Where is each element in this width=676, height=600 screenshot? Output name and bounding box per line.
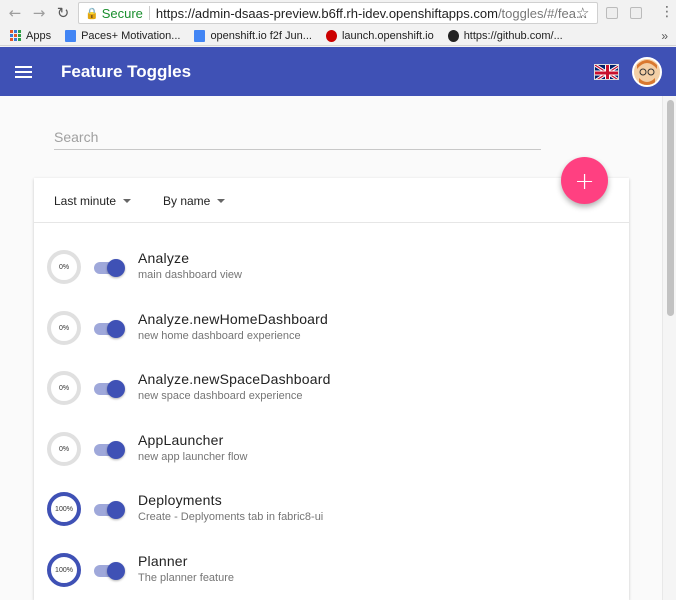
redhat-icon [325,29,337,42]
bookmark-label: openshift.io f2f Jun... [210,29,312,42]
toggle-row[interactable]: 100% Deployments Create - Deplyoments ta… [34,476,629,537]
rollout-percent: 0% [58,384,70,392]
menu-icon[interactable] [15,66,32,78]
bookmark-github[interactable]: https://github.com/... [447,29,563,42]
lock-icon: 🔒 [85,6,99,20]
apps-grid-icon [10,30,21,41]
search-input[interactable] [54,126,541,148]
caret-down-icon [217,199,226,203]
toggle-row[interactable]: 0% Analyze main dashboard view [34,234,629,295]
bookmark-label: launch.openshift.io [341,29,434,42]
bookmark-launch[interactable]: launch.openshift.io [325,29,434,42]
bookmark-label: Paces+ Motivation... [81,29,181,42]
secure-label: Secure [101,5,143,21]
url-path: /toggles/#/fea... [497,5,587,21]
back-icon[interactable]: ← [6,4,24,22]
toggle-row[interactable]: 100% Planner The planner feature [34,537,629,598]
toggle-switch[interactable] [94,501,125,519]
url-host: https://admin-dsaas-preview.b6ff.rh-idev… [155,5,498,21]
toggle-name[interactable]: Deployments [138,492,222,508]
extension-icon[interactable] [630,7,642,19]
bookmark-label: Apps [26,29,52,42]
uk-flag-icon[interactable] [594,64,619,80]
forward-icon[interactable]: → [30,4,48,22]
bookmark-openshift-f2f[interactable]: openshift.io f2f Jun... [194,29,312,42]
doc-icon [65,29,77,42]
rollout-gauge: 0% [47,250,81,284]
bookmark-paces[interactable]: Paces+ Motivation... [65,29,181,42]
page-title: Feature Toggles [61,62,192,81]
address-separator [148,6,150,20]
rollout-percent: 0% [58,263,70,271]
bookmark-star-icon[interactable]: ☆ [576,4,589,22]
toggle-switch[interactable] [94,320,125,338]
time-range-dropdown[interactable]: Last minute [54,194,132,208]
toggle-name[interactable]: Analyze [138,250,189,266]
rollout-percent: 100% [55,566,73,574]
toggle-name[interactable]: Analyze.newSpaceDashboard [138,371,331,387]
sort-dropdown[interactable]: By name [163,194,226,208]
bookmark-apps[interactable]: Apps [10,30,51,42]
toggle-row[interactable]: 0% AppLauncher new app launcher flow [34,416,629,477]
app-bar: Feature Toggles [0,47,676,96]
rollout-gauge: 100% [47,492,81,526]
github-icon [447,29,459,42]
caret-down-icon [123,199,132,203]
bookmarks-bar: Apps Paces+ Motivation... openshift.io f… [0,26,676,46]
rollout-gauge: 0% [47,432,81,466]
toggle-description: new home dashboard experience [138,330,301,342]
toggle-row[interactable]: 0% Analyze.newSpaceDashboard new space d… [34,355,629,416]
rollout-percent: 0% [58,445,70,453]
time-range-label: Last minute [54,194,117,208]
rollout-gauge: 100% [47,553,81,587]
rollout-gauge: 0% [47,311,81,345]
toggle-description: The planner feature [138,572,235,584]
toggle-switch[interactable] [94,259,125,277]
extension-icon[interactable] [606,7,618,19]
toggle-switch[interactable] [94,441,125,459]
avatar[interactable] [632,57,662,87]
address-bar[interactable]: 🔒 Secure https://admin-dsaas-preview.b6f… [78,2,598,24]
add-toggle-button[interactable]: + [561,157,608,204]
toggle-description: new space dashboard experience [138,390,303,402]
browser-menu-icon[interactable]: ⋮ [660,4,674,20]
toggles-card: Last minute By name 0% Analyze main dash… [34,178,629,600]
toggle-name[interactable]: AppLauncher [138,432,224,448]
rollout-percent: 100% [55,505,73,513]
scrollbar[interactable] [662,96,676,600]
toggle-row[interactable]: 0% Analyze.newHomeDashboard new home das… [34,295,629,356]
toggle-switch[interactable] [94,380,125,398]
toggle-description: main dashboard view [138,269,242,281]
scrollbar-thumb[interactable] [667,100,674,316]
plus-icon: + [574,166,595,195]
more-bookmarks-icon[interactable]: » [661,29,668,43]
toggle-switch[interactable] [94,562,125,580]
rollout-percent: 0% [58,324,70,332]
toggle-description: Create - Deplyoments tab in fabric8-ui [138,511,324,523]
reload-icon[interactable]: ↻ [54,4,72,22]
sort-label: By name [163,194,211,208]
toggle-description: new app launcher flow [138,451,248,463]
search-field [54,126,541,150]
bookmark-label: https://github.com/... [463,29,563,42]
doc-icon [194,29,206,42]
rollout-gauge: 0% [47,371,81,405]
filter-bar: Last minute By name [34,178,629,223]
toggle-name[interactable]: Planner [138,553,188,569]
toggle-name[interactable]: Analyze.newHomeDashboard [138,311,328,327]
